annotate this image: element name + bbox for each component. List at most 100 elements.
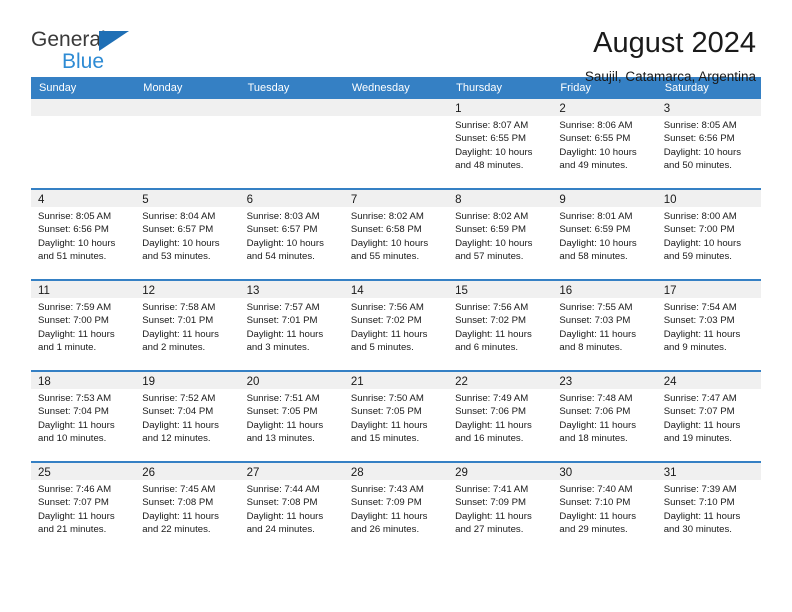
day-number-band: 29 bbox=[448, 463, 553, 480]
day-detail-line: Sunrise: 8:01 AM bbox=[559, 211, 633, 222]
day-number-band: 16 bbox=[552, 281, 657, 298]
day-detail-line: Sunrise: 7:49 AM bbox=[455, 393, 529, 404]
day-details: Sunrise: 8:07 AM Sunset: 6:55 PM Daylight:… bbox=[448, 116, 552, 173]
day-detail-line: Sunrise: 8:05 AM bbox=[38, 211, 112, 222]
day-detail-line: Sunrise: 7:55 AM bbox=[559, 302, 633, 313]
day-number: 11 bbox=[38, 285, 50, 297]
day-detail-line: Sunset: 7:07 PM bbox=[38, 497, 109, 509]
calendar-day-cell-empty bbox=[31, 99, 136, 188]
day-detail-line: Sunset: 6:57 PM bbox=[246, 224, 318, 236]
calendar-day-cell[interactable]: 11 Sunrise: 7:59 AM Sunset: 7:00 PM Dayligh… bbox=[31, 281, 136, 370]
day-detail-line: Sunset: 7:08 PM bbox=[246, 497, 318, 509]
day-number-band: 12 bbox=[135, 281, 240, 298]
calendar-day-cell[interactable]: 18 Sunrise: 7:53 AM Sunset: 7:04 PM Dayligh… bbox=[31, 372, 136, 461]
day-detail-line: Sunset: 7:00 PM bbox=[38, 315, 109, 327]
day-detail-line: and 26 minutes. bbox=[350, 524, 420, 536]
day-number: 25 bbox=[38, 467, 51, 479]
calendar-day-cell[interactable]: 19 Sunrise: 7:52 AM Sunset: 7:04 PM Dayligh… bbox=[135, 372, 240, 461]
day-number: 2 bbox=[559, 103, 566, 115]
calendar-day-cell[interactable]: 1 Sunrise: 8:07 AM Sunset: 6:55 PM Daylight… bbox=[448, 99, 553, 188]
day-details: Sunrise: 7:56 AM Sunset: 7:02 PM Daylight:… bbox=[448, 298, 552, 355]
day-details: Sunrise: 7:45 AM Sunset: 7:08 PM Daylight:… bbox=[135, 480, 239, 537]
calendar-day-cell[interactable]: 7 Sunrise: 8:02 AM Sunset: 6:58 PM Daylight… bbox=[343, 190, 449, 279]
calendar-day-cell[interactable]: 29 Sunrise: 7:41 AM Sunset: 7:09 PM Dayligh… bbox=[448, 463, 553, 552]
calendar-day-cell[interactable]: 30 Sunrise: 7:40 AM Sunset: 7:10 PM Dayligh… bbox=[552, 463, 657, 552]
day-number-band bbox=[343, 99, 449, 116]
day-number: 29 bbox=[455, 467, 468, 479]
day-number-band: 21 bbox=[343, 372, 449, 389]
day-detail-line: Sunrise: 8:00 AM bbox=[663, 211, 737, 222]
day-detail-line: and 51 minutes. bbox=[38, 251, 107, 263]
calendar-day-cell[interactable]: 4 Sunrise: 8:05 AM Sunset: 6:56 PM Daylight… bbox=[31, 190, 136, 279]
calendar-day-cell[interactable]: 14 Sunrise: 7:56 AM Sunset: 7:02 PM Dayligh… bbox=[343, 281, 449, 370]
calendar-day-cell[interactable]: 12 Sunrise: 7:58 AM Sunset: 7:01 PM Dayligh… bbox=[135, 281, 240, 370]
day-details: Sunrise: 7:52 AM Sunset: 7:04 PM Daylight:… bbox=[135, 389, 239, 446]
day-detail-line: Sunset: 7:09 PM bbox=[350, 497, 422, 509]
day-detail-line: Sunset: 6:55 PM bbox=[455, 133, 527, 145]
day-detail-line: and 48 minutes. bbox=[455, 160, 524, 172]
calendar-day-cell[interactable]: 22 Sunrise: 7:49 AM Sunset: 7:06 PM Dayligh… bbox=[448, 372, 553, 461]
calendar-day-cell[interactable]: 13 Sunrise: 7:57 AM Sunset: 7:01 PM Dayligh… bbox=[239, 281, 344, 370]
day-details: Sunrise: 7:56 AM Sunset: 7:02 PM Daylight:… bbox=[344, 298, 448, 355]
day-detail-line: Daylight: 11 hours bbox=[38, 328, 115, 340]
day-number: 8 bbox=[455, 194, 462, 206]
calendar-day-cell[interactable]: 23 Sunrise: 7:48 AM Sunset: 7:06 PM Dayligh… bbox=[552, 372, 657, 461]
calendar-day-cell[interactable]: 2 Sunrise: 8:06 AM Sunset: 6:55 PM Daylight… bbox=[552, 99, 657, 188]
day-detail-line: and 55 minutes. bbox=[350, 251, 420, 263]
weekday-header-thursday: Thursday bbox=[456, 82, 502, 94]
calendar-day-cell[interactable]: 3 Sunrise: 8:05 AM Sunset: 6:56 PM Daylight… bbox=[656, 99, 761, 188]
logo-text-general: General bbox=[31, 28, 106, 51]
calendar-day-cell[interactable]: 31 Sunrise: 7:39 AM Sunset: 7:10 PM Dayligh… bbox=[656, 463, 761, 552]
day-number-band: 6 bbox=[239, 190, 344, 207]
day-details: Sunrise: 7:46 AM Sunset: 7:07 PM Daylight:… bbox=[31, 480, 135, 537]
calendar-day-cell[interactable]: 16 Sunrise: 7:55 AM Sunset: 7:03 PM Dayligh… bbox=[552, 281, 657, 370]
day-number: 26 bbox=[142, 467, 156, 479]
day-number: 24 bbox=[663, 376, 677, 388]
day-detail-line: Sunset: 6:59 PM bbox=[559, 224, 631, 236]
calendar-week-row: 11 Sunrise: 7:59 AM Sunset: 7:00 PM Dayligh… bbox=[31, 279, 761, 370]
day-detail-line: and 1 minute. bbox=[38, 342, 97, 354]
day-detail-line: and 9 minutes. bbox=[663, 342, 727, 354]
day-detail-line: Daylight: 10 hours bbox=[38, 237, 116, 249]
calendar-day-cell[interactable]: 17 Sunrise: 7:54 AM Sunset: 7:03 PM Dayligh… bbox=[656, 281, 761, 370]
weekday-header-friday: Friday bbox=[560, 82, 591, 94]
calendar-day-cell-empty bbox=[343, 99, 449, 188]
calendar-day-cell[interactable]: 28 Sunrise: 7:43 AM Sunset: 7:09 PM Dayligh… bbox=[343, 463, 449, 552]
calendar-day-cell[interactable]: 24 Sunrise: 7:47 AM Sunset: 7:07 PM Dayligh… bbox=[656, 372, 761, 461]
day-detail-line: and 19 minutes. bbox=[663, 433, 732, 445]
day-detail-line: and 59 minutes. bbox=[663, 251, 732, 263]
calendar-day-cell[interactable]: 6 Sunrise: 8:03 AM Sunset: 6:57 PM Daylight… bbox=[239, 190, 344, 279]
calendar-day-cell[interactable]: 15 Sunrise: 7:56 AM Sunset: 7:02 PM Dayligh… bbox=[448, 281, 553, 370]
day-detail-line: Daylight: 10 hours bbox=[559, 237, 637, 249]
calendar-day-cell[interactable]: 10 Sunrise: 8:00 AM Sunset: 7:00 PM Dayligh… bbox=[656, 190, 761, 279]
day-detail-line: Sunrise: 7:52 AM bbox=[142, 393, 216, 404]
day-detail-line: Sunrise: 7:56 AM bbox=[350, 302, 424, 313]
day-number-band: 15 bbox=[448, 281, 553, 298]
day-detail-line: Sunset: 6:56 PM bbox=[663, 133, 735, 145]
calendar-day-cell[interactable]: 8 Sunrise: 8:02 AM Sunset: 6:59 PM Daylight… bbox=[448, 190, 553, 279]
generalblue-logo[interactable]: General Blue bbox=[31, 26, 141, 76]
calendar-day-cell[interactable]: 21 Sunrise: 7:50 AM Sunset: 7:05 PM Dayligh… bbox=[343, 372, 449, 461]
day-number-band: 5 bbox=[135, 190, 240, 207]
day-detail-line: Sunrise: 8:05 AM bbox=[663, 120, 737, 131]
day-detail-line: Sunrise: 7:39 AM bbox=[663, 484, 737, 495]
day-detail-line: Daylight: 11 hours bbox=[559, 328, 637, 340]
calendar-day-cell[interactable]: 25 Sunrise: 7:46 AM Sunset: 7:07 PM Dayligh… bbox=[31, 463, 136, 552]
day-number-band: 4 bbox=[31, 190, 136, 207]
day-number: 28 bbox=[350, 467, 364, 479]
calendar-day-cell[interactable]: 20 Sunrise: 7:51 AM Sunset: 7:05 PM Dayligh… bbox=[239, 372, 344, 461]
calendar-day-cell[interactable]: 26 Sunrise: 7:45 AM Sunset: 7:08 PM Dayligh… bbox=[135, 463, 240, 552]
day-details: Sunrise: 8:05 AM Sunset: 6:56 PM Daylight:… bbox=[657, 116, 761, 173]
day-detail-line: Daylight: 10 hours bbox=[559, 146, 637, 158]
calendar-day-cell[interactable]: 27 Sunrise: 7:44 AM Sunset: 7:08 PM Dayligh… bbox=[239, 463, 344, 552]
day-details: Sunrise: 7:50 AM Sunset: 7:05 PM Daylight:… bbox=[344, 389, 448, 446]
day-number: 12 bbox=[142, 285, 156, 297]
day-detail-line: Sunrise: 7:51 AM bbox=[246, 393, 320, 404]
day-detail-line: Sunset: 7:02 PM bbox=[455, 315, 527, 327]
calendar-day-cell[interactable]: 5 Sunrise: 8:04 AM Sunset: 6:57 PM Daylight… bbox=[135, 190, 240, 279]
calendar-day-cell[interactable]: 9 Sunrise: 8:01 AM Sunset: 6:59 PM Daylight… bbox=[552, 190, 657, 279]
day-detail-line: Daylight: 11 hours bbox=[38, 419, 115, 431]
day-details: Sunrise: 8:01 AM Sunset: 6:59 PM Daylight:… bbox=[552, 207, 656, 264]
day-details: Sunrise: 7:59 AM Sunset: 7:00 PM Daylight:… bbox=[31, 298, 135, 355]
day-detail-line: Sunset: 7:02 PM bbox=[350, 315, 422, 327]
